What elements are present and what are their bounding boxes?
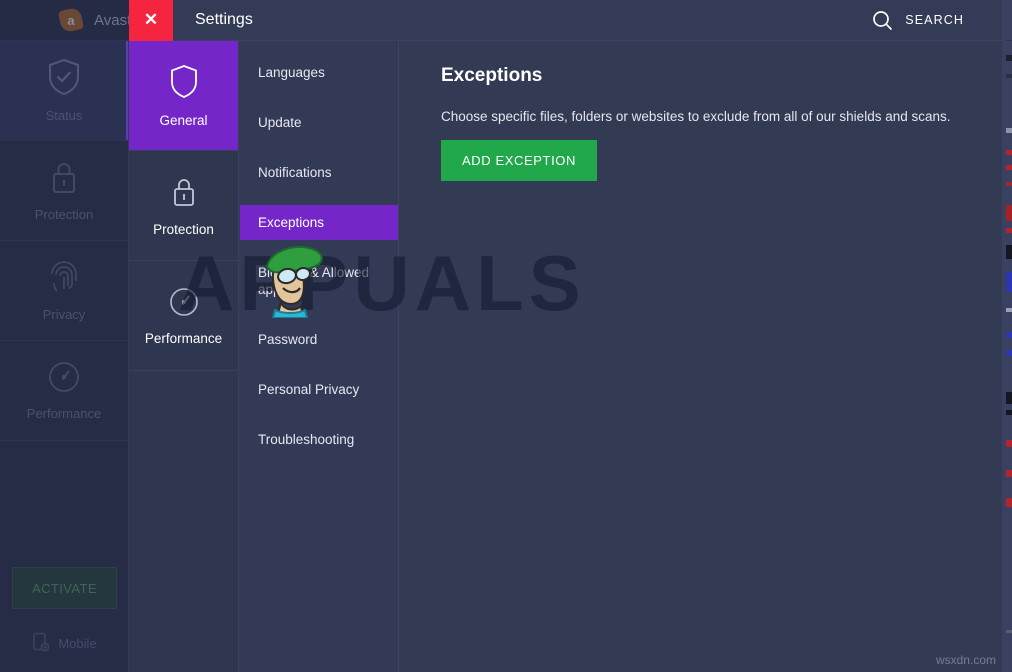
menu-item-languages[interactable]: Languages — [240, 55, 398, 90]
settings-menu: Languages Update Notifications Exception… — [240, 41, 399, 672]
sidebar-item-mobile[interactable]: Mobile — [0, 622, 129, 664]
search-icon — [872, 10, 893, 31]
lock-icon — [49, 159, 79, 195]
settings-category-rail: General Protection — [129, 41, 239, 672]
menu-item-personal-privacy[interactable]: Personal Privacy — [240, 372, 398, 407]
search-button[interactable]: SEARCH — [872, 10, 964, 31]
speedometer-icon — [47, 360, 81, 394]
sidebar-item-protection-label: Protection — [35, 207, 94, 222]
sidebar-item-privacy-label: Privacy — [43, 307, 86, 322]
menu-item-exceptions[interactable]: Exceptions — [240, 205, 398, 240]
screen: a Avast Free A Status — [0, 0, 1012, 672]
menu-item-password[interactable]: Password — [240, 322, 398, 357]
menu-item-blocked-allowed-apps[interactable]: Blocked & Allowed apps — [240, 255, 398, 307]
avast-logo-icon: a — [60, 9, 82, 31]
sidebar-item-protection[interactable]: Protection — [0, 141, 128, 241]
lock-icon — [170, 175, 198, 209]
menu-item-update[interactable]: Update — [240, 105, 398, 140]
settings-dialog: ✕ Settings SEARCH Gen — [129, 0, 1002, 672]
settings-title: Settings — [195, 11, 253, 29]
settings-category-performance[interactable]: Performance — [129, 261, 238, 371]
sidebar-item-status-label: Status — [46, 108, 83, 123]
menu-item-notifications[interactable]: Notifications — [240, 155, 398, 190]
add-exception-button[interactable]: ADD EXCEPTION — [441, 140, 597, 181]
background-window-strip — [1002, 0, 1012, 672]
close-icon[interactable]: ✕ — [129, 0, 173, 41]
shield-check-icon — [47, 58, 81, 96]
sidebar-item-privacy[interactable]: Privacy — [0, 241, 128, 341]
sidebar-item-performance[interactable]: Performance — [0, 341, 128, 441]
activate-button[interactable]: ACTIVATE — [12, 567, 117, 609]
sidebar-item-performance-label: Performance — [27, 406, 101, 421]
main-sidebar: Status Protection — [0, 41, 129, 672]
settings-content-pane: Exceptions Choose specific files, folder… — [399, 41, 1002, 672]
speedometer-icon — [168, 286, 200, 318]
sidebar-item-mobile-label: Mobile — [58, 636, 96, 651]
sidebar-item-status[interactable]: Status — [0, 41, 128, 141]
settings-category-protection[interactable]: Protection — [129, 151, 238, 261]
settings-category-performance-label: Performance — [145, 331, 222, 346]
settings-category-protection-label: Protection — [153, 222, 214, 237]
menu-item-troubleshooting[interactable]: Troubleshooting — [240, 422, 398, 457]
fingerprint-icon — [48, 259, 80, 295]
page-title: Exceptions — [441, 65, 1002, 87]
avast-logo-letter: a — [60, 9, 82, 31]
settings-category-general-label: General — [159, 113, 207, 128]
search-button-label: SEARCH — [905, 13, 964, 27]
settings-titlebar: ✕ Settings SEARCH — [129, 0, 1002, 41]
shield-icon — [169, 64, 199, 100]
settings-category-general[interactable]: General — [129, 41, 238, 151]
page-description: Choose specific files, folders or websit… — [441, 109, 1002, 124]
mobile-device-icon — [32, 632, 50, 655]
